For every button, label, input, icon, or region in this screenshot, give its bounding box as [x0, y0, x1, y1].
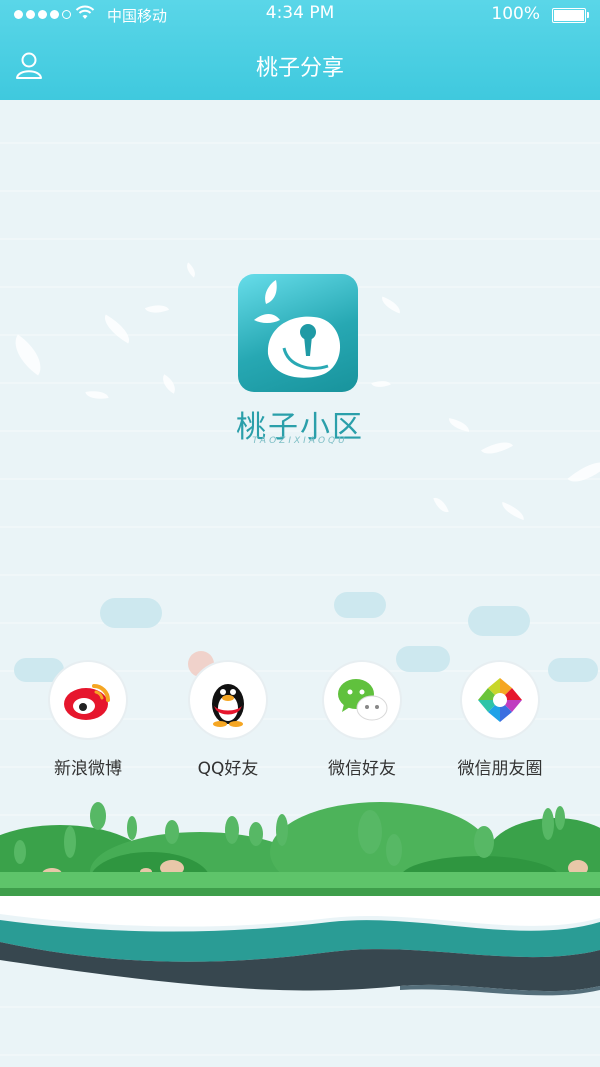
- page-title: 桃子分享: [255, 56, 344, 81]
- cloud-decoration: [468, 606, 530, 636]
- moments-icon: [462, 662, 538, 738]
- battery-percent: 100%: [491, 4, 540, 24]
- share-label: 微信好友: [328, 759, 396, 779]
- share-moments[interactable]: 微信朋友圈: [440, 662, 560, 779]
- share-label: QQ好友: [197, 759, 259, 779]
- cloud-decoration: [100, 598, 162, 628]
- share-label: 新浪微博: [54, 759, 122, 779]
- cloud-decoration: [334, 592, 386, 618]
- landscape-illustration: [0, 802, 600, 996]
- weibo-icon: [50, 662, 126, 738]
- wechat-icon: [324, 662, 400, 738]
- battery-icon: [552, 8, 589, 23]
- share-label: 微信朋友圈: [457, 759, 543, 779]
- status-bar: 中国移动 4:34 PM 100%: [0, 0, 600, 30]
- qq-icon: [190, 662, 266, 738]
- app-logo: [238, 274, 358, 392]
- peach-lock-icon: [254, 280, 341, 378]
- share-weibo[interactable]: 新浪微博: [28, 662, 148, 779]
- share-row: 新浪微博 QQ好友 微信好友 微信朋友圈: [0, 662, 600, 782]
- share-qq[interactable]: QQ好友: [168, 662, 288, 779]
- header-bar: 中国移动 4:34 PM 100% 桃子分享: [0, 0, 600, 100]
- logo-subtitle: TAOZIXIAOQU: [252, 436, 348, 446]
- share-wechat[interactable]: 微信好友: [302, 662, 422, 779]
